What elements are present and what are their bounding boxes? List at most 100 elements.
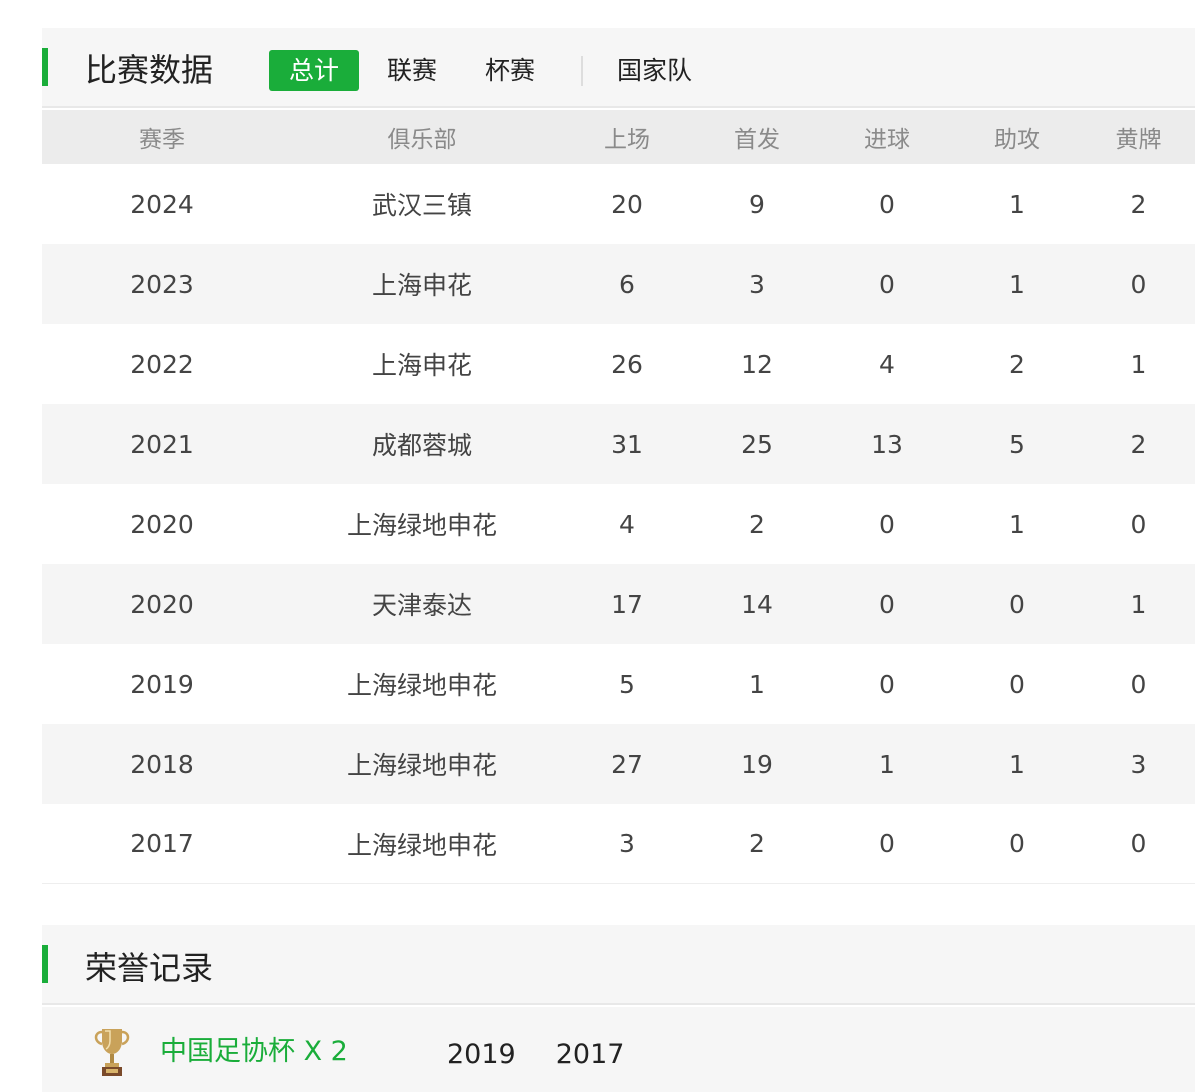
- cell-goals: 0: [879, 669, 895, 699]
- cell-yellow-cards: 2: [1130, 189, 1147, 219]
- cell-club: 上海申花: [371, 351, 472, 380]
- table-row: 2021 成都蓉城 31 25 13 5 2: [42, 404, 1195, 484]
- column-header-goals: 进球: [864, 127, 910, 153]
- cell-appearances: 17: [611, 589, 643, 619]
- cell-club: 成都蓉城: [371, 431, 472, 460]
- cell-yellow-cards: 3: [1130, 749, 1147, 779]
- stats-table: 赛季 俱乐部 上场 首发 进球 助攻 黄牌 2024 武汉三镇 20 9 0 1 2 2023…: [42, 110, 1195, 884]
- column-header-club: 俱乐部: [387, 127, 457, 153]
- table-row: 2023 上海申花 6 3 0 1 0: [42, 244, 1195, 324]
- tab-league[interactable]: 联赛: [367, 50, 457, 91]
- cell-goals: 4: [879, 349, 895, 379]
- cell-goals: 0: [879, 189, 895, 219]
- table-header-row: 赛季 俱乐部 上场 首发 进球 助攻 黄牌: [42, 110, 1195, 164]
- tab-divider: [581, 55, 584, 86]
- cell-yellow-cards: 1: [1130, 589, 1147, 619]
- cell-season: 2022: [130, 349, 194, 379]
- trophy-icon: [94, 1029, 130, 1076]
- cell-club: 天津泰达: [371, 591, 472, 620]
- honors-section-header: 荣誉记录: [42, 925, 1195, 1005]
- cell-season: 2019: [130, 669, 194, 699]
- cell-appearances: 3: [619, 829, 635, 858]
- table-row: 2022 上海申花 26 12 4 2 1: [42, 324, 1195, 404]
- cell-season: 2017: [130, 829, 194, 858]
- cell-starts: 1: [749, 669, 765, 699]
- cell-season: 2023: [130, 269, 194, 299]
- cell-starts: 2: [749, 829, 765, 858]
- cell-assists: 0: [1009, 669, 1025, 699]
- cell-assists: 1: [1009, 749, 1025, 779]
- honors-section-title: 荣誉记录: [85, 949, 214, 987]
- stats-tabs: 总计 联赛 杯赛 国家队: [269, 50, 720, 91]
- cell-season: 2021: [130, 429, 194, 459]
- cell-goals: 0: [879, 509, 895, 539]
- cell-appearances: 31: [611, 429, 643, 459]
- cell-club: 武汉三镇: [371, 191, 472, 220]
- honor-year: 2017: [555, 1039, 625, 1070]
- cell-yellow-cards: 1: [1130, 349, 1147, 379]
- cell-goals: 0: [879, 589, 895, 619]
- cell-club: 上海绿地申花: [346, 671, 497, 700]
- column-header-yellow-cards: 黄牌: [1115, 127, 1162, 153]
- cell-starts: 3: [749, 269, 765, 299]
- table-row: 2019 上海绿地申花 5 1 0 0 0: [42, 644, 1195, 724]
- cell-appearances: 4: [619, 509, 635, 539]
- column-header-starts: 首发: [734, 127, 780, 153]
- cell-season: 2018: [130, 749, 194, 779]
- cell-goals: 13: [871, 429, 903, 459]
- cell-starts: 25: [741, 429, 773, 459]
- table-row: 2017 上海绿地申花 3 2 0 0 0: [42, 804, 1195, 884]
- cell-starts: 12: [741, 349, 773, 379]
- cell-assists: 0: [1009, 829, 1025, 858]
- cell-yellow-cards: 2: [1130, 429, 1147, 459]
- cell-assists: 5: [1009, 429, 1025, 459]
- honor-name-link[interactable]: 中国足协杯 X 2: [160, 1034, 348, 1070]
- tab-national-team[interactable]: 国家队: [597, 50, 712, 91]
- cell-yellow-cards: 0: [1130, 669, 1147, 699]
- cell-yellow-cards: 0: [1130, 509, 1147, 539]
- cell-assists: 1: [1009, 189, 1025, 219]
- section-accent-bar: [42, 945, 48, 983]
- tab-cup[interactable]: 杯赛: [465, 50, 555, 91]
- cell-assists: 1: [1009, 509, 1025, 539]
- cell-club: 上海申花: [371, 271, 472, 300]
- cell-starts: 14: [741, 589, 773, 619]
- stats-section-header: 比赛数据 总计 联赛 杯赛 国家队: [42, 28, 1195, 108]
- cell-assists: 1: [1009, 269, 1025, 299]
- cell-appearances: 6: [619, 269, 635, 299]
- cell-club: 上海绿地申花: [346, 751, 497, 780]
- honor-years: 2019 2017: [447, 1037, 664, 1073]
- cell-goals: 0: [879, 829, 895, 858]
- cell-starts: 19: [741, 749, 773, 779]
- column-header-season: 赛季: [139, 127, 185, 153]
- cell-appearances: 5: [619, 669, 635, 699]
- cell-yellow-cards: 0: [1130, 269, 1147, 299]
- cell-appearances: 20: [611, 189, 643, 219]
- cell-appearances: 26: [611, 349, 643, 379]
- cell-season: 2020: [130, 589, 194, 619]
- cell-starts: 2: [749, 509, 765, 539]
- cell-starts: 9: [749, 189, 765, 219]
- table-row: 2018 上海绿地申花 27 19 1 1 3: [42, 724, 1195, 804]
- cell-assists: 2: [1009, 349, 1025, 379]
- cell-goals: 0: [879, 269, 895, 299]
- column-header-appearances: 上场: [604, 127, 650, 153]
- column-header-assists: 助攻: [994, 127, 1040, 153]
- table-row: 2020 上海绿地申花 4 2 0 1 0: [42, 484, 1195, 564]
- table-row: 2020 天津泰达 17 14 0 0 1: [42, 564, 1195, 644]
- honor-year: 2019: [447, 1039, 516, 1070]
- cell-appearances: 27: [611, 749, 643, 779]
- cell-season: 2020: [130, 509, 194, 539]
- table-body: 2024 武汉三镇 20 9 0 1 2 2023 上海申花 6 3 0 1 0 2022 上海申花 26 12 4…: [42, 164, 1195, 884]
- cell-club: 上海绿地申花: [346, 830, 497, 860]
- honor-item: 中国足协杯 X 2 2019 2017: [42, 1007, 1195, 1092]
- table-row: 2024 武汉三镇 20 9 0 1 2: [42, 164, 1195, 244]
- cell-assists: 0: [1009, 589, 1025, 619]
- cell-yellow-cards: 0: [1130, 829, 1147, 858]
- stats-section-title: 比赛数据: [85, 51, 214, 89]
- section-accent-bar: [42, 48, 48, 86]
- cell-season: 2024: [130, 189, 194, 219]
- cell-club: 上海绿地申花: [346, 511, 497, 540]
- cell-goals: 1: [879, 749, 895, 779]
- tab-total[interactable]: 总计: [269, 50, 360, 91]
